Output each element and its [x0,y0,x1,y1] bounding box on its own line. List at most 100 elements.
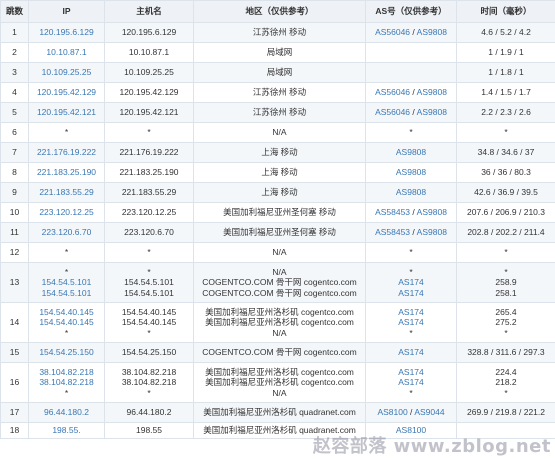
latency-text: 1 / 1.9 / 1 [488,47,524,58]
time-cell: 269.9 / 219.8 / 221.2 [456,402,555,423]
as-link[interactable]: AS9808 [417,107,447,117]
header-ip: IP [28,0,105,23]
as-link[interactable]: AS9808 [417,87,447,97]
as-line: * [368,247,454,258]
as-line: AS9808 [368,187,454,198]
table-row: 11 223.120.6.70 223.120.6.70 美国加利福尼亚州圣何塞 移动… [0,222,555,243]
ip-link[interactable]: 223.120.12.25 [39,207,93,217]
as-cell: AS9808 [365,162,457,183]
hop-cell: 16 [0,362,29,403]
as-link[interactable]: AS174 [398,317,424,327]
as-link[interactable]: AS174 [398,367,424,377]
as-cell: AS8100 [365,422,457,439]
table-row: 2 10.10.87.1 10.10.87.1 局域网 1 / 1.9 / 1 [0,42,555,63]
as-cell: AS174 AS174 * [365,302,457,343]
as-link[interactable]: AS8100 [396,425,426,435]
region-cell: 美国加利福尼亚州洛杉矶 cogentco.com 美国加利福尼亚州洛杉矶 coge… [193,362,366,403]
hostname: * [147,266,151,277]
as-line: AS56046 / AS9808 [368,107,454,118]
ip-link[interactable]: 154.54.40.145 [39,317,93,327]
time-cell: 4.6 / 5.2 / 4.2 [456,22,555,43]
region-text: N/A [272,327,287,338]
table-row: 16 38.104.82.218 38.104.82.218 * 38.104.82.2… [0,362,555,403]
latency-text: 328.8 / 311.6 / 297.3 [467,347,545,358]
latency-text: 1.4 / 1.5 / 1.7 [481,87,531,98]
region-text: N/A [272,387,287,398]
time-cell: * [456,122,555,143]
ip-link[interactable]: 120.195.42.129 [37,87,96,97]
ip-link[interactable]: 154.54.25.150 [39,347,93,357]
ip-link[interactable]: 221.176.19.222 [37,147,96,157]
ip-cell: 198.55. [28,422,105,439]
hop-cell: 12 [0,242,29,263]
region-cell: 局域网 [193,42,366,63]
as-link[interactable]: AS8100 [377,407,407,417]
as-link[interactable]: AS174 [398,347,424,357]
latency-text: 224.4 [495,366,517,377]
as-link[interactable]: AS9808 [417,27,447,37]
as-link[interactable]: AS9808 [417,207,447,217]
ip-link[interactable]: 221.183.25.190 [37,167,96,177]
ip-link[interactable]: 154.54.40.145 [39,307,93,317]
as-line: AS174 [368,367,454,378]
ip-unknown: * [64,127,69,138]
header-region: 地区（仅供参考） [193,0,366,23]
ip-link[interactable]: 154.54.5.101 [42,277,92,287]
hop-number: 4 [12,87,17,98]
as-link[interactable]: AS9044 [414,407,444,417]
latency-text: 258.9 [495,277,517,288]
hop-cell: 5 [0,102,29,123]
as-unknown: * [409,247,413,258]
as-link[interactable]: AS9808 [396,187,426,197]
as-link[interactable]: AS174 [398,377,424,387]
ip-link[interactable]: 154.54.5.101 [42,288,92,298]
as-link[interactable]: AS58453 [375,207,410,217]
ip-cell: 221.183.25.190 [28,162,105,183]
ip-link[interactable]: 221.183.55.29 [39,187,93,197]
as-link[interactable]: AS58453 [375,227,410,237]
as-link[interactable]: AS9808 [396,167,426,177]
region-text: N/A [272,266,287,277]
ip-line: 96.44.180.2 [31,407,102,418]
ip-link[interactable]: 120.195.6.129 [39,27,93,37]
region-cell: COGENTCO.COM 骨干网 cogentco.com [193,342,366,363]
header-host: 主机名 [104,0,194,23]
time-cell: 202.8 / 202.2 / 211.4 [456,222,555,243]
hostname: 120.195.42.121 [119,107,179,118]
latency-text: 275.2 [495,317,517,328]
ip-link[interactable]: 96.44.180.2 [44,407,89,417]
as-link[interactable]: AS56046 [375,27,410,37]
hop-number: 6 [12,127,17,138]
ip-link[interactable]: 10.10.87.1 [46,47,86,57]
hostname: 120.195.6.129 [121,27,177,38]
ip-link[interactable]: 38.104.82.218 [39,367,93,377]
as-link[interactable]: AS174 [398,307,424,317]
ip-cell: * 154.54.5.101 154.54.5.101 [28,262,105,303]
ip-cell: 10.10.87.1 [28,42,105,63]
latency-text: 265.4 [495,306,517,317]
region-cell: N/A COGENTCO.COM 骨干网 cogentco.com COGENTCO… [193,262,366,303]
as-line: AS174 [368,288,454,299]
ip-link[interactable]: 10.109.25.25 [42,67,92,77]
ip-link[interactable]: 198.55. [52,425,80,435]
as-separator: / [410,227,417,238]
region-cell: 江苏徐州 移动 [193,22,366,43]
time-cell: * 258.9 258.1 [456,262,555,303]
as-link[interactable]: AS56046 [375,107,410,117]
region-text: 美国加利福尼亚州圣何塞 移动 [223,227,336,238]
ip-link[interactable]: 38.104.82.218 [39,377,93,387]
latency-text: 34.8 / 34.6 / 37 [477,147,535,158]
ip-link[interactable]: 120.195.42.121 [37,107,96,117]
as-link[interactable]: AS56046 [375,87,410,97]
as-cell: * [365,242,457,263]
as-link[interactable]: AS9808 [417,227,447,237]
ip-link[interactable]: 223.120.6.70 [42,227,92,237]
latency-text: 202.8 / 202.2 / 211.4 [467,227,545,238]
as-link[interactable]: AS174 [398,288,424,298]
as-link[interactable]: AS174 [398,277,424,287]
hop-cell: 11 [0,222,29,243]
time-cell: 34.8 / 34.6 / 37 [456,142,555,163]
region-text: 局域网 [266,47,293,58]
as-link[interactable]: AS9808 [396,147,426,157]
hostname: * [147,247,151,258]
